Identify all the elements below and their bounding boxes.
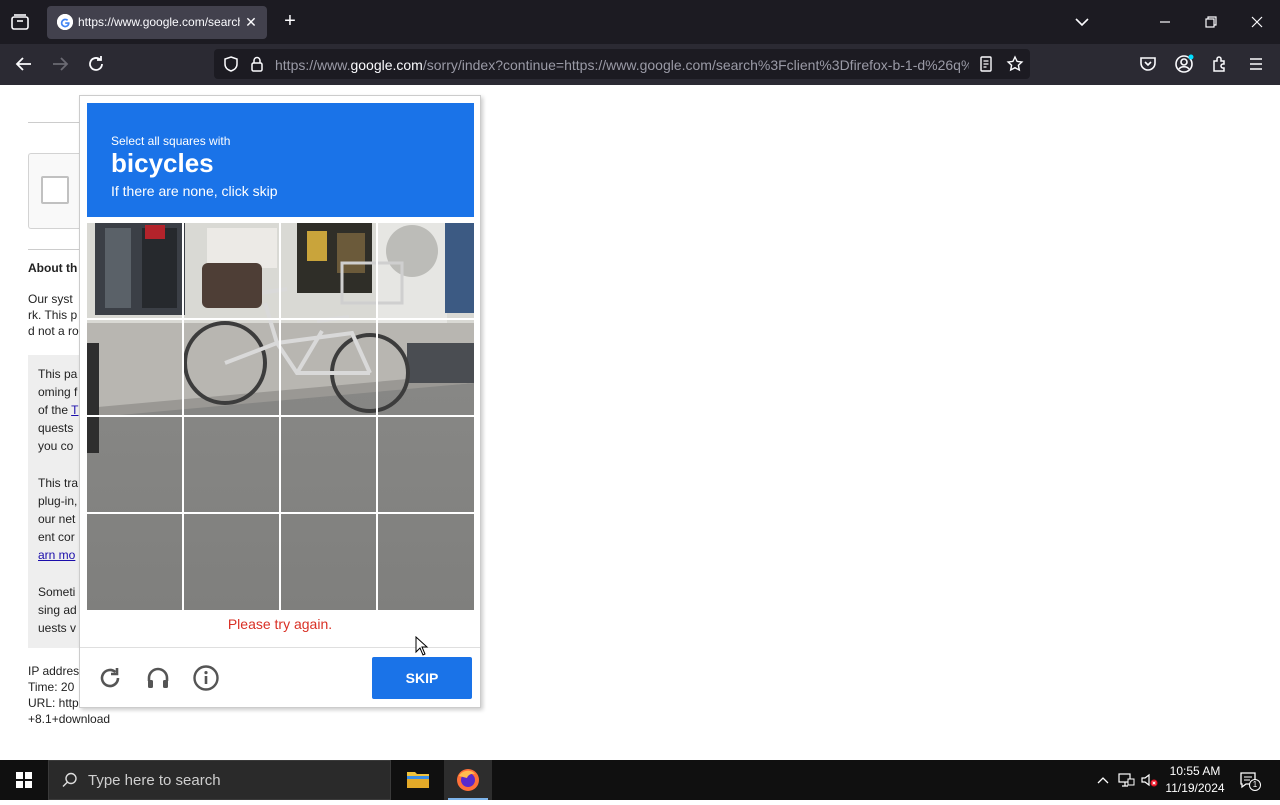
divider (28, 122, 83, 123)
minimize-icon[interactable] (1153, 10, 1177, 34)
info-line: ent cor (38, 530, 75, 544)
url-line: URL: http (28, 696, 79, 710)
info-line: This tra (38, 476, 79, 490)
bookmark-star-icon[interactable] (1005, 54, 1025, 74)
recaptcha-checkbox[interactable] (41, 176, 69, 204)
info-line: our net (38, 512, 76, 526)
info-icon[interactable] (192, 664, 220, 692)
info-line: oming f (38, 385, 78, 399)
info-line-text: of the (38, 403, 72, 417)
paragraph-line: Our syst (28, 292, 73, 306)
file-explorer-icon[interactable] (394, 760, 442, 800)
grid-tile[interactable] (184, 514, 279, 609)
terms-link[interactable]: T (71, 403, 78, 417)
grid-tile[interactable] (378, 223, 473, 318)
error-message: Please try again. (227, 616, 333, 632)
challenge-image-grid (87, 223, 474, 610)
grid-tile[interactable] (184, 223, 279, 318)
menu-icon[interactable] (1244, 52, 1268, 76)
learn-more-link[interactable]: arn mo (38, 546, 75, 564)
show-hidden-icons-icon[interactable] (1093, 770, 1113, 790)
target-object-text: bicycles (111, 148, 214, 178)
paragraph-line: d not a ro (28, 324, 79, 338)
grid-tile[interactable] (378, 320, 473, 415)
grid-tile[interactable] (281, 514, 376, 609)
paragraph-line: rk. This p (28, 308, 78, 322)
notification-count-badge: 1 (1249, 779, 1261, 791)
tab-title: https://www.google.com/search?client=fir… (78, 15, 240, 29)
extensions-icon[interactable] (1208, 52, 1232, 76)
grid-tile[interactable] (87, 417, 182, 512)
grid-tile[interactable] (87, 223, 182, 318)
mouse-cursor-icon (415, 635, 429, 656)
grid-tile[interactable] (281, 320, 376, 415)
forward-icon[interactable] (48, 52, 72, 76)
google-favicon-icon (57, 14, 73, 30)
challenge-header: Select all squares with bicycles If ther… (87, 103, 474, 217)
lock-icon[interactable] (247, 54, 267, 74)
windows-taskbar: Type here to search 10:55 AM 11/19/2024 … (0, 760, 1280, 800)
info-line: sing ad (38, 603, 77, 617)
tracking-shield-icon[interactable] (221, 54, 241, 74)
close-window-icon[interactable] (1245, 10, 1269, 34)
firefox-icon[interactable] (444, 760, 492, 800)
info-line: quests (38, 421, 74, 435)
info-line: plug-in, (38, 494, 78, 508)
info-line: uests v (38, 621, 77, 635)
tab-list-icon[interactable] (8, 10, 32, 34)
clock-time: 10:55 AM (1169, 764, 1221, 778)
address-bar[interactable]: https://www.google.com/sorry/index?conti… (214, 49, 1030, 79)
windows-logo-icon (16, 772, 32, 788)
hint-text: If there are none, click skip (111, 183, 278, 199)
new-tab-button[interactable]: + (279, 11, 301, 33)
info-line: Someti (38, 585, 76, 599)
info-line: you co (38, 439, 74, 453)
tab-close-icon[interactable]: ✕ (243, 14, 259, 30)
audio-icon[interactable] (144, 664, 172, 692)
taskbar-search-box[interactable]: Type here to search (48, 760, 391, 800)
account-icon[interactable] (1172, 52, 1196, 76)
reader-view-icon[interactable] (976, 54, 996, 74)
tab-bar: https://www.google.com/search?client=fir… (0, 0, 1280, 44)
grid-tile[interactable] (184, 417, 279, 512)
search-icon (61, 771, 79, 789)
url-host: google.com (350, 57, 423, 73)
browser-tab[interactable]: https://www.google.com/search?client=fir… (47, 6, 267, 39)
network-icon[interactable] (1116, 770, 1136, 790)
about-heading: About th (28, 261, 78, 275)
instruction-text: Select all squares with (111, 134, 231, 148)
skip-button[interactable]: SKIP (372, 657, 472, 699)
url-prefix: https://www. (275, 57, 351, 73)
taskbar-clock[interactable]: 10:55 AM 11/19/2024 (1158, 763, 1232, 797)
captcha-challenge-dialog: Select all squares with bicycles If ther… (79, 95, 481, 708)
info-line: This pa (38, 367, 78, 381)
grid-tile[interactable] (184, 320, 279, 415)
ip-address-line: IP addres (28, 664, 80, 678)
navigation-bar: https://www.google.com/sorry/index?conti… (0, 44, 1280, 85)
url-text[interactable]: https://www.google.com/sorry/index?conti… (275, 57, 969, 73)
volume-muted-icon[interactable] (1139, 770, 1159, 790)
grid-tile[interactable] (281, 223, 376, 318)
grid-tile[interactable] (378, 514, 473, 609)
time-line: Time: 20 (28, 680, 75, 694)
clock-date: 11/19/2024 (1165, 781, 1225, 795)
start-button[interactable] (0, 760, 48, 800)
grid-tile[interactable] (281, 417, 376, 512)
grid-tile[interactable] (87, 320, 182, 415)
search-placeholder: Type here to search (88, 772, 221, 789)
url-path: /sorry/index?continue=https://www.google… (422, 57, 969, 73)
url-line-continued: +8.1+download (28, 712, 111, 726)
reload-page-icon[interactable] (84, 52, 108, 76)
pocket-icon[interactable] (1136, 52, 1160, 76)
grid-tile[interactable] (87, 514, 182, 609)
reload-icon[interactable] (96, 664, 124, 692)
restore-icon[interactable] (1199, 10, 1223, 34)
notifications-icon[interactable]: 1 (1238, 770, 1261, 791)
divider (28, 249, 83, 250)
grid-tile[interactable] (378, 417, 473, 512)
back-icon[interactable] (12, 52, 36, 76)
info-line: of the T (38, 401, 78, 419)
list-all-tabs-icon[interactable] (1070, 10, 1094, 34)
